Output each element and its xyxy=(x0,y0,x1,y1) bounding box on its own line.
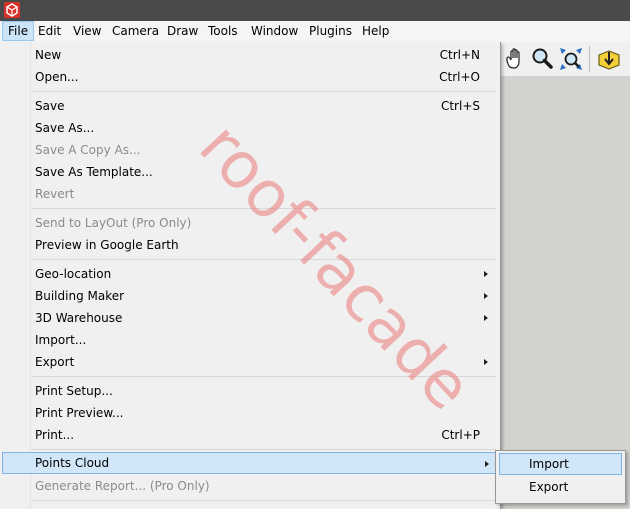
menu-item-open[interactable]: Open... Ctrl+O xyxy=(2,66,496,88)
menu-item-label: Save As... xyxy=(35,121,95,135)
menu-camera[interactable]: Camera xyxy=(107,21,164,41)
get-models-icon[interactable] xyxy=(596,46,622,72)
pan-icon[interactable] xyxy=(502,46,528,72)
menu-bar: File Edit View Camera Draw Tools Window … xyxy=(0,21,630,43)
menu-item-label: Save xyxy=(35,99,65,113)
menu-item-export[interactable]: Export xyxy=(2,351,496,373)
menu-item-print-preview[interactable]: Print Preview... xyxy=(2,402,496,424)
menu-plugins[interactable]: Plugins xyxy=(304,21,357,41)
menu-draw[interactable]: Draw xyxy=(162,21,203,41)
menu-item-save[interactable]: Save Ctrl+S xyxy=(2,95,496,117)
menu-item-label: 3D Warehouse xyxy=(35,311,123,325)
menu-item-points-cloud[interactable]: Points Cloud xyxy=(2,452,498,474)
menu-edit[interactable]: Edit xyxy=(33,21,66,41)
submenu-arrow-icon xyxy=(484,359,488,365)
menu-item-label: Print... xyxy=(35,428,75,442)
menu-item-save-copy-as: Save A Copy As... xyxy=(2,139,496,161)
submenu-arrow-icon xyxy=(484,271,488,277)
menu-item-label: Open... xyxy=(35,70,79,84)
menu-item-label: Generate Report... (Pro Only) xyxy=(35,479,210,493)
menu-item-label: Save As Template... xyxy=(35,165,153,179)
menu-item-label: Points Cloud xyxy=(35,456,110,470)
toolbar-separator xyxy=(589,46,590,72)
drawing-viewport[interactable] xyxy=(500,77,630,509)
menu-file[interactable]: File xyxy=(2,21,35,41)
menu-item-preview-google-earth[interactable]: Preview in Google Earth xyxy=(2,234,496,256)
menu-item-send-to-layout: Send to LayOut (Pro Only) xyxy=(2,212,496,234)
menu-item-label: Import... xyxy=(35,333,87,347)
menu-separator xyxy=(32,500,496,501)
menu-help[interactable]: Help xyxy=(357,21,394,41)
submenu-arrow-icon xyxy=(484,293,488,299)
menu-item-label: Send to LayOut (Pro Only) xyxy=(35,216,192,230)
sketchup-logo-icon[interactable] xyxy=(4,2,20,18)
menu-window[interactable]: Window xyxy=(246,21,303,41)
menu-item-shortcut: Ctrl+P xyxy=(441,428,480,442)
menu-item-label: Save A Copy As... xyxy=(35,143,141,157)
menu-item-label: Revert xyxy=(35,187,75,201)
menu-item-generate-report: Generate Report... (Pro Only) xyxy=(2,475,496,497)
menu-separator xyxy=(32,376,496,377)
menu-item-import[interactable]: Import... xyxy=(2,329,496,351)
zoom-extents-icon[interactable] xyxy=(558,46,584,72)
submenu-item-label: Export xyxy=(529,480,569,494)
menu-item-label: Building Maker xyxy=(35,289,125,303)
menu-item-print-setup[interactable]: Print Setup... xyxy=(2,380,496,402)
submenu-arrow-icon xyxy=(485,461,489,467)
toolbar xyxy=(500,42,630,77)
menu-item-new[interactable]: New Ctrl+N xyxy=(2,44,496,66)
submenu-item-export[interactable]: Export xyxy=(499,476,620,498)
points-cloud-submenu: Import Export xyxy=(495,450,626,504)
submenu-item-import[interactable]: Import xyxy=(499,453,622,475)
menu-separator xyxy=(32,449,496,450)
menu-item-shortcut: Ctrl+S xyxy=(440,99,480,113)
menu-item-label: Preview in Google Earth xyxy=(35,238,179,252)
menu-item-label: Print Setup... xyxy=(35,384,113,398)
menu-item-shortcut: Ctrl+N xyxy=(439,48,480,62)
menu-separator xyxy=(32,259,496,260)
zoom-icon[interactable] xyxy=(529,46,555,72)
menu-item-3d-warehouse[interactable]: 3D Warehouse xyxy=(2,307,496,329)
menu-item-label: Export xyxy=(35,355,75,369)
submenu-arrow-icon xyxy=(484,315,488,321)
menu-item-geo-location[interactable]: Geo-location xyxy=(2,263,496,285)
menu-view[interactable]: View xyxy=(68,21,106,41)
menu-item-save-as-template[interactable]: Save As Template... xyxy=(2,161,496,183)
menu-item-revert: Revert xyxy=(2,183,496,205)
menu-item-label: New xyxy=(35,48,62,62)
menu-item-label: Print Preview... xyxy=(35,406,124,420)
menu-item-label: Geo-location xyxy=(35,267,112,281)
menu-item-print[interactable]: Print... Ctrl+P xyxy=(2,424,496,446)
menu-tools[interactable]: Tools xyxy=(203,21,243,41)
menu-item-building-maker[interactable]: Building Maker xyxy=(2,285,496,307)
title-bar xyxy=(0,0,630,21)
menu-item-shortcut: Ctrl+O xyxy=(439,70,480,84)
file-menu-dropdown: New Ctrl+N Open... Ctrl+O Save Ctrl+S Sa… xyxy=(0,42,501,509)
menu-separator xyxy=(32,91,496,92)
submenu-item-label: Import xyxy=(529,457,569,471)
menu-separator xyxy=(32,208,496,209)
menu-item-save-as[interactable]: Save As... xyxy=(2,117,496,139)
